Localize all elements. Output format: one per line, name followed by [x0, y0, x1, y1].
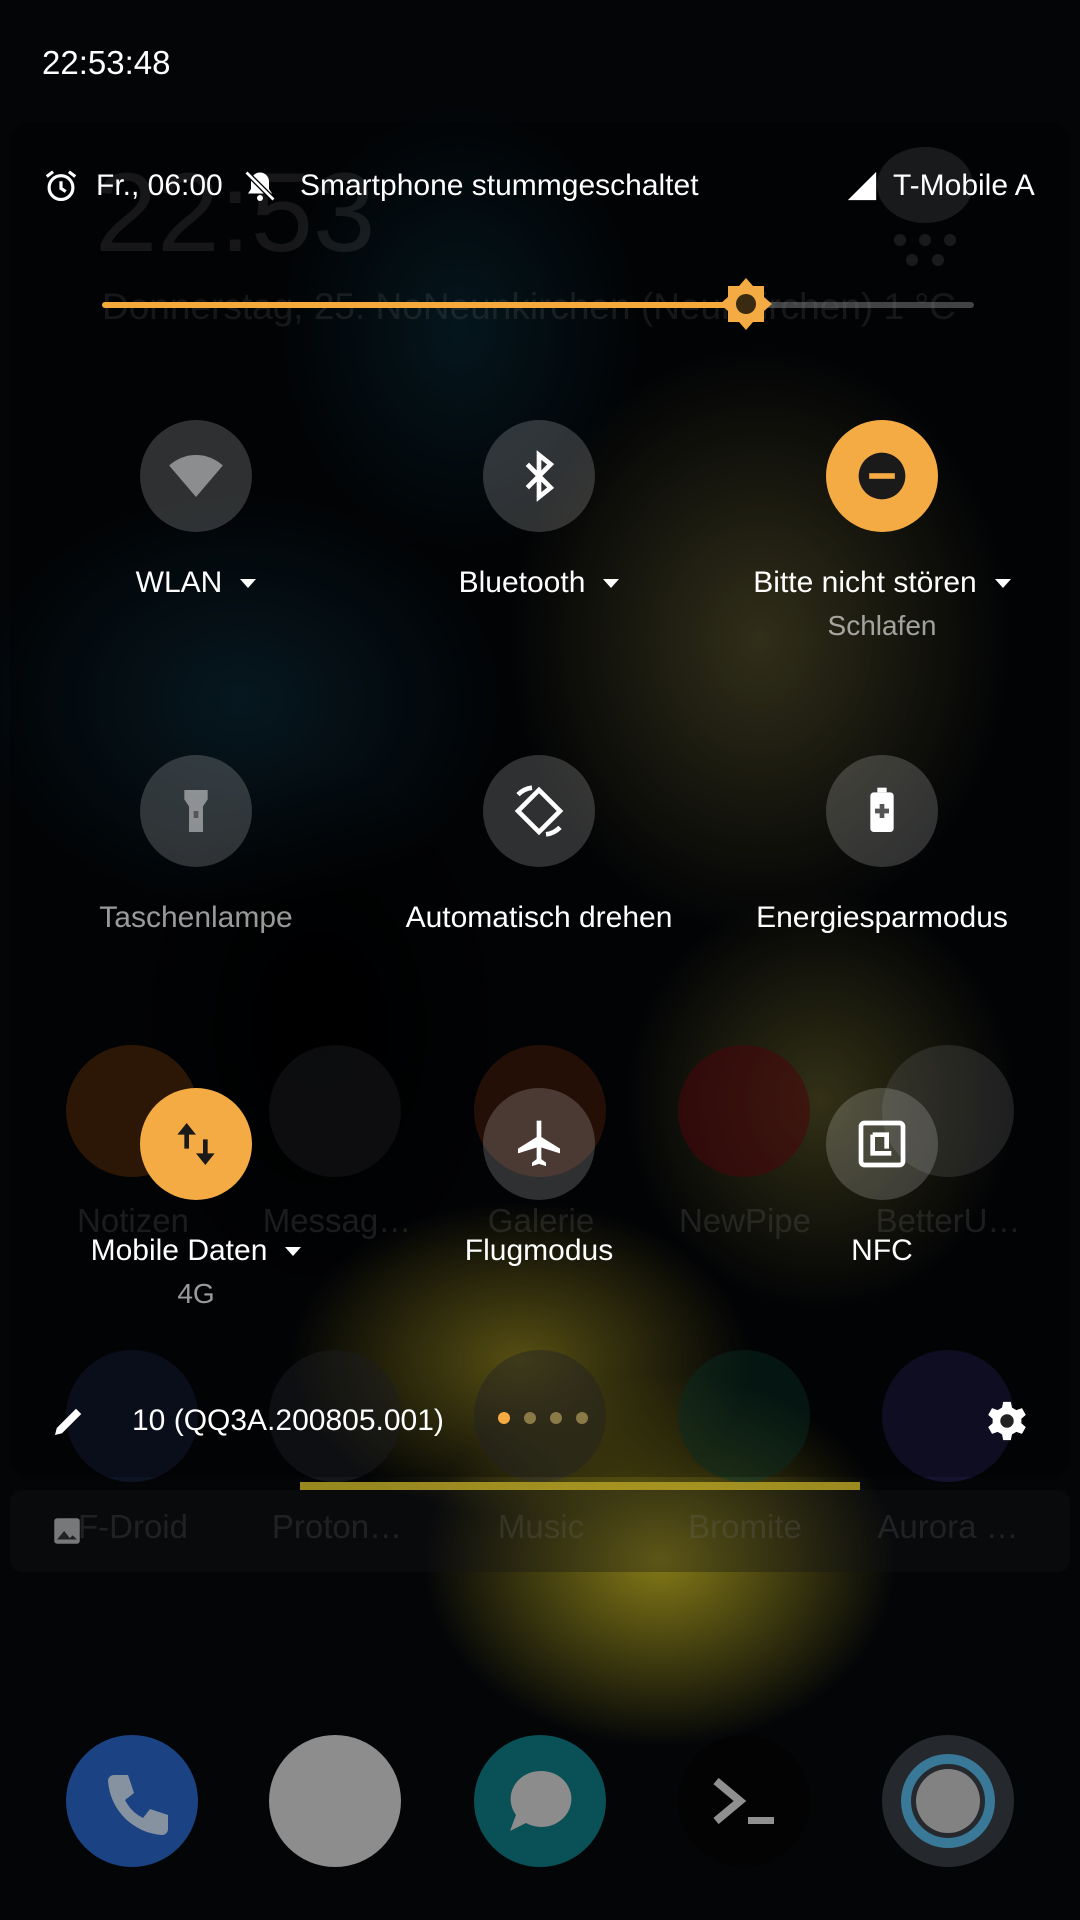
tile-mobile-data-sublabel: 4G	[177, 1278, 215, 1309]
ringer-status[interactable]: Smartphone stummgeschaltet	[242, 165, 699, 207]
ringer-status-label: Smartphone stummgeschaltet	[300, 169, 699, 202]
tile-flashlight-label: Taschenlampe	[99, 901, 293, 934]
tile-flashlight-toggle[interactable]	[140, 755, 252, 867]
tile-mobile-data-toggle[interactable]	[140, 1088, 252, 1200]
carrier-status: T-Mobile A	[845, 165, 1035, 207]
tile-mobile-data-label: Mobile Daten	[90, 1234, 268, 1267]
tile-auto-rotate-label: Automatisch drehen	[405, 901, 673, 934]
tile-nfc-label: NFC	[851, 1234, 913, 1267]
gear-icon	[988, 1401, 1026, 1441]
tile-do-not-disturb[interactable]: Bitte nicht stören Schlafen	[752, 420, 1012, 642]
airplane-icon	[518, 1120, 560, 1167]
signal-icon	[847, 171, 877, 201]
tile-auto-rotate[interactable]: Automatisch drehen	[406, 755, 673, 935]
chevron-down-icon	[603, 578, 620, 588]
tile-dnd-label: Bitte nicht stören	[753, 566, 977, 599]
tile-bluetooth-label: Bluetooth	[458, 566, 586, 599]
tile-bluetooth-toggle[interactable]	[483, 420, 595, 532]
do-not-disturb-icon	[858, 452, 906, 500]
alarm-clock-icon	[45, 170, 77, 202]
flashlight-icon	[184, 790, 208, 832]
mobile-data-icon	[177, 1123, 215, 1165]
tile-nfc[interactable]: NFC	[752, 1088, 1012, 1268]
tile-flashlight-label-row[interactable]: Taschenlampe	[66, 901, 326, 935]
page-dot	[550, 1412, 562, 1424]
notification-strip[interactable]	[10, 1490, 1070, 1572]
next-alarm-label: Fr., 06:00	[96, 169, 223, 202]
tile-wlan-toggle[interactable]	[140, 420, 252, 532]
tile-auto-rotate-toggle[interactable]	[483, 755, 595, 867]
bluetooth-icon	[525, 450, 555, 502]
tile-battery-saver[interactable]: Energiesparmodus	[752, 755, 1012, 935]
tile-nfc-label-row[interactable]: NFC	[752, 1234, 1012, 1268]
tile-bluetooth-label-row[interactable]: Bluetooth	[409, 566, 669, 600]
tile-mobile-data[interactable]: Mobile Daten 4G	[66, 1088, 326, 1310]
build-number[interactable]: 10 (QQ3A.200805.001)	[132, 1398, 444, 1444]
brightness-fill	[102, 302, 739, 308]
tile-bluetooth[interactable]: Bluetooth	[409, 420, 669, 600]
tile-wlan-label: WLAN	[135, 566, 223, 599]
brightness-slider[interactable]	[102, 302, 974, 308]
page-dot	[576, 1412, 588, 1424]
image-icon	[54, 1518, 80, 1544]
tile-airplane-toggle[interactable]	[483, 1088, 595, 1200]
wifi-icon	[169, 455, 223, 497]
page-dot	[524, 1412, 536, 1424]
tile-dnd-toggle[interactable]	[826, 420, 938, 532]
tile-mobile-data-label-row[interactable]: Mobile Daten	[66, 1234, 326, 1268]
edit-tiles[interactable]	[48, 1398, 90, 1444]
settings-button[interactable]	[984, 1398, 1030, 1444]
status-bar-time: 22:53:48	[42, 44, 171, 81]
battery-saver-icon	[870, 787, 894, 832]
tile-flashlight[interactable]: Taschenlampe	[66, 755, 326, 935]
pencil-icon	[55, 1408, 82, 1435]
tile-dnd-label-row[interactable]: Bitte nicht stören	[752, 566, 1012, 600]
tile-airplane-label: Flugmodus	[464, 1234, 614, 1267]
carrier-label: T-Mobile A	[893, 169, 1035, 202]
tile-wlan-label-row[interactable]: WLAN	[66, 566, 326, 600]
page-dot	[498, 1412, 510, 1424]
tile-auto-rotate-label-row[interactable]: Automatisch drehen	[406, 901, 673, 935]
tile-battery-saver-label-row[interactable]: Energiesparmodus	[752, 901, 1012, 935]
chevron-down-icon	[994, 578, 1011, 588]
next-alarm[interactable]: Fr., 06:00	[42, 165, 223, 207]
notifications-off-icon	[244, 170, 276, 202]
panel-edge	[300, 1482, 860, 1490]
tile-dnd-sublabel: Schlafen	[827, 610, 937, 641]
tile-wlan[interactable]: WLAN	[66, 420, 326, 600]
chevron-down-icon	[285, 1246, 302, 1256]
tile-battery-saver-toggle[interactable]	[826, 755, 938, 867]
page-indicator	[498, 1412, 588, 1424]
tile-airplane-mode[interactable]: Flugmodus	[409, 1088, 669, 1268]
nfc-icon	[858, 1120, 906, 1168]
tile-battery-saver-label: Energiesparmodus	[756, 901, 1008, 934]
tile-nfc-toggle[interactable]	[826, 1088, 938, 1200]
build-number-label: 10 (QQ3A.200805.001)	[132, 1404, 444, 1437]
chevron-down-icon	[240, 578, 257, 588]
brightness-icon[interactable]	[718, 276, 774, 332]
auto-rotate-icon	[514, 785, 564, 837]
tile-airplane-label-row[interactable]: Flugmodus	[409, 1234, 669, 1268]
